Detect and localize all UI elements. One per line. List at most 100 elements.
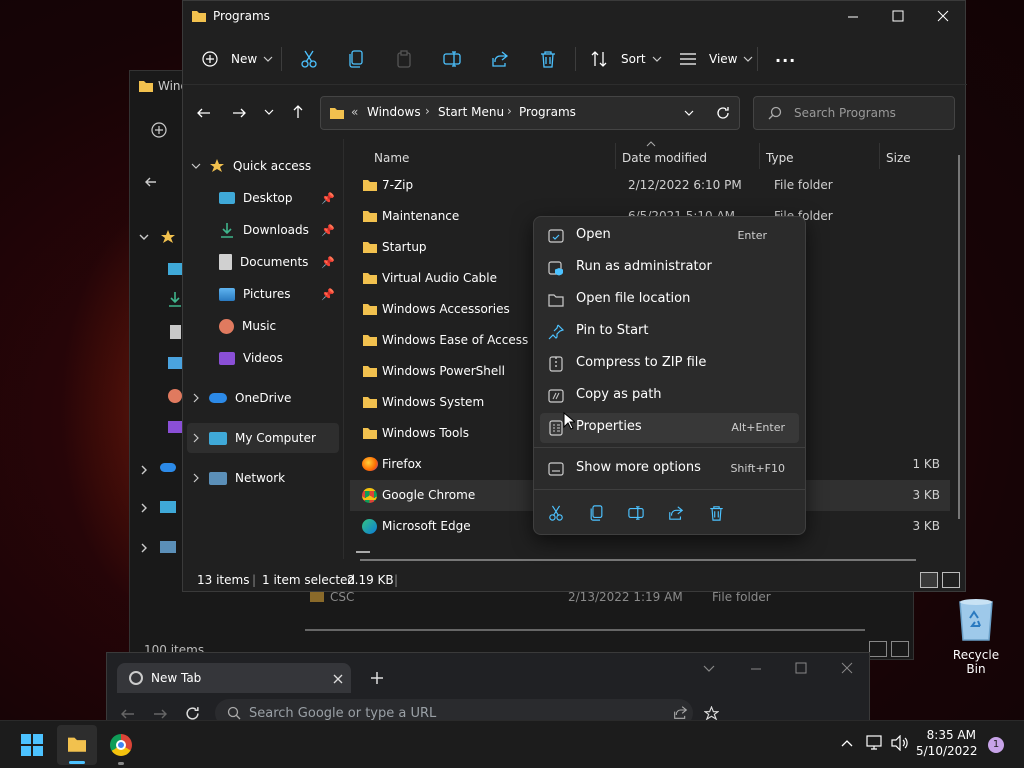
maximize-icon[interactable] [795, 662, 807, 674]
sidebar-item-videos[interactable]: Videos [219, 343, 341, 373]
menu-item-copy-as-path[interactable]: Copy as path [540, 381, 799, 411]
back-arrow-icon[interactable] [144, 175, 158, 189]
chevron-right-icon[interactable] [140, 465, 148, 475]
breadcrumb-separator: › [425, 104, 430, 118]
view-button[interactable]: View [679, 43, 753, 75]
delete-icon[interactable] [540, 50, 556, 68]
column-header-date[interactable]: Date modified [622, 145, 707, 171]
row-size: 3 KB [912, 488, 940, 502]
menu-item-show-more-options[interactable]: Show more options Shift+F10 [540, 454, 799, 484]
chevron-right-icon[interactable] [140, 503, 148, 513]
sidebar-item-quick-access[interactable]: Quick access [191, 151, 341, 181]
breadcrumb-windows[interactable]: Windows [367, 105, 421, 119]
sidebar-item-music[interactable]: Music [219, 311, 341, 341]
tiles-view-icon[interactable] [891, 641, 909, 657]
taskbar-file-explorer[interactable] [57, 725, 97, 765]
column-header-type[interactable]: Type [766, 145, 794, 171]
sidebar-item-documents[interactable]: Documents 📌 [219, 247, 341, 277]
sidebar-item-onedrive[interactable]: OneDrive [191, 383, 341, 413]
new-button[interactable]: New [201, 43, 273, 75]
share-icon[interactable] [491, 50, 509, 68]
copy-icon[interactable] [589, 505, 604, 521]
chevron-down-icon[interactable] [138, 231, 150, 243]
delete-icon[interactable] [709, 505, 724, 521]
cut-icon[interactable] [548, 505, 564, 521]
clock[interactable]: 8:35 AM 5/10/2022 [916, 728, 978, 758]
bookmark-star-icon[interactable] [704, 706, 719, 721]
sidebar-item-pictures[interactable]: Pictures 📌 [219, 279, 341, 309]
sidebar-item-desktop[interactable]: Desktop 📌 [219, 183, 341, 213]
table-row[interactable]: 7-Zip 2/12/2022 6:10 PM File folder [350, 170, 950, 201]
refresh-icon[interactable] [716, 106, 730, 120]
breadcrumb-programs[interactable]: Programs [519, 105, 576, 119]
column-divider[interactable] [879, 143, 880, 169]
forward-arrow-icon[interactable] [232, 106, 246, 120]
horizontal-scrollbar[interactable] [360, 559, 916, 561]
recent-locations-chevron-icon[interactable] [264, 109, 274, 115]
back-arrow-icon[interactable] [121, 707, 135, 721]
title-bar[interactable]: Programs [183, 1, 967, 33]
address-dropdown-icon[interactable] [684, 110, 694, 116]
notification-badge[interactable]: 1 [988, 737, 1004, 753]
folder-outline-icon [548, 294, 564, 307]
pin-icon: 📌 [321, 255, 335, 269]
tab-close-icon[interactable] [333, 674, 343, 684]
details-view-icon[interactable] [869, 641, 887, 657]
close-icon[interactable] [937, 10, 949, 22]
address-bar[interactable]: « Windows › Start Menu › Programs [320, 96, 740, 130]
windows-start-icon[interactable] [20, 733, 44, 757]
breadcrumb-start-menu[interactable]: Start Menu [438, 105, 504, 119]
menu-item-pin-to-start[interactable]: Pin to Start [540, 317, 799, 347]
sidebar-item-network[interactable]: Network [191, 463, 341, 493]
sidebar-item-label: Videos [243, 351, 283, 365]
share-icon[interactable] [668, 505, 684, 521]
recycle-bin[interactable]: Recycle Bin [944, 596, 1008, 676]
column-header-size[interactable]: Size [886, 145, 911, 171]
tab-new-tab[interactable]: New Tab [117, 663, 351, 693]
sidebar-item-label: Pictures [243, 287, 291, 301]
pin-icon [548, 324, 564, 340]
close-icon[interactable] [841, 662, 853, 674]
computer-icon [209, 431, 227, 445]
new-tab-plus-icon[interactable] [370, 671, 384, 685]
menu-item-open[interactable]: Open Enter [540, 221, 799, 251]
minimize-icon[interactable] [750, 667, 762, 671]
paste-icon[interactable] [396, 50, 412, 68]
new-plus-icon[interactable] [150, 121, 168, 139]
forward-arrow-icon[interactable] [153, 707, 167, 721]
maximize-icon[interactable] [892, 10, 904, 22]
vertical-scrollbar[interactable] [958, 155, 960, 519]
breadcrumb-overflow[interactable]: « [351, 105, 358, 119]
back-arrow-icon[interactable] [197, 106, 211, 120]
more-options-button[interactable]: ... [775, 47, 796, 66]
column-divider[interactable] [759, 143, 760, 169]
chevron-right-icon[interactable] [140, 543, 148, 553]
details-view-icon[interactable] [920, 572, 938, 588]
up-arrow-icon[interactable] [291, 105, 305, 119]
reload-icon[interactable] [185, 706, 200, 721]
volume-icon[interactable] [891, 735, 909, 751]
menu-item-run-as-administrator[interactable]: Run as administrator [540, 253, 799, 283]
sort-button[interactable]: Sort [591, 43, 662, 75]
horizontal-scrollbar[interactable] [305, 629, 865, 631]
copy-icon[interactable] [348, 50, 364, 68]
tab-search-chevron-icon[interactable] [703, 665, 715, 673]
menu-item-compress-zip[interactable]: Compress to ZIP file [540, 349, 799, 379]
rename-icon[interactable] [628, 505, 644, 521]
sidebar-item-downloads[interactable]: Downloads 📌 [219, 215, 341, 245]
chevron-up-icon[interactable] [841, 739, 853, 747]
tiles-view-icon[interactable] [942, 572, 960, 588]
network-status-icon[interactable] [866, 735, 884, 751]
rename-icon[interactable] [443, 50, 461, 68]
chrome-window[interactable]: New Tab Search Google or type a URL [106, 652, 870, 727]
taskbar-chrome-icon[interactable] [110, 734, 132, 756]
column-header-name[interactable]: Name [374, 145, 409, 171]
menu-item-properties[interactable]: Properties Alt+Enter [540, 413, 799, 443]
column-divider[interactable] [615, 143, 616, 169]
menu-item-open-file-location[interactable]: Open file location [540, 285, 799, 315]
sidebar-item-my-computer[interactable]: My Computer [187, 423, 339, 453]
cut-icon[interactable] [300, 50, 318, 68]
search-box[interactable]: Search Programs [753, 96, 955, 130]
minimize-icon[interactable] [847, 11, 859, 23]
share-icon[interactable] [673, 705, 688, 720]
